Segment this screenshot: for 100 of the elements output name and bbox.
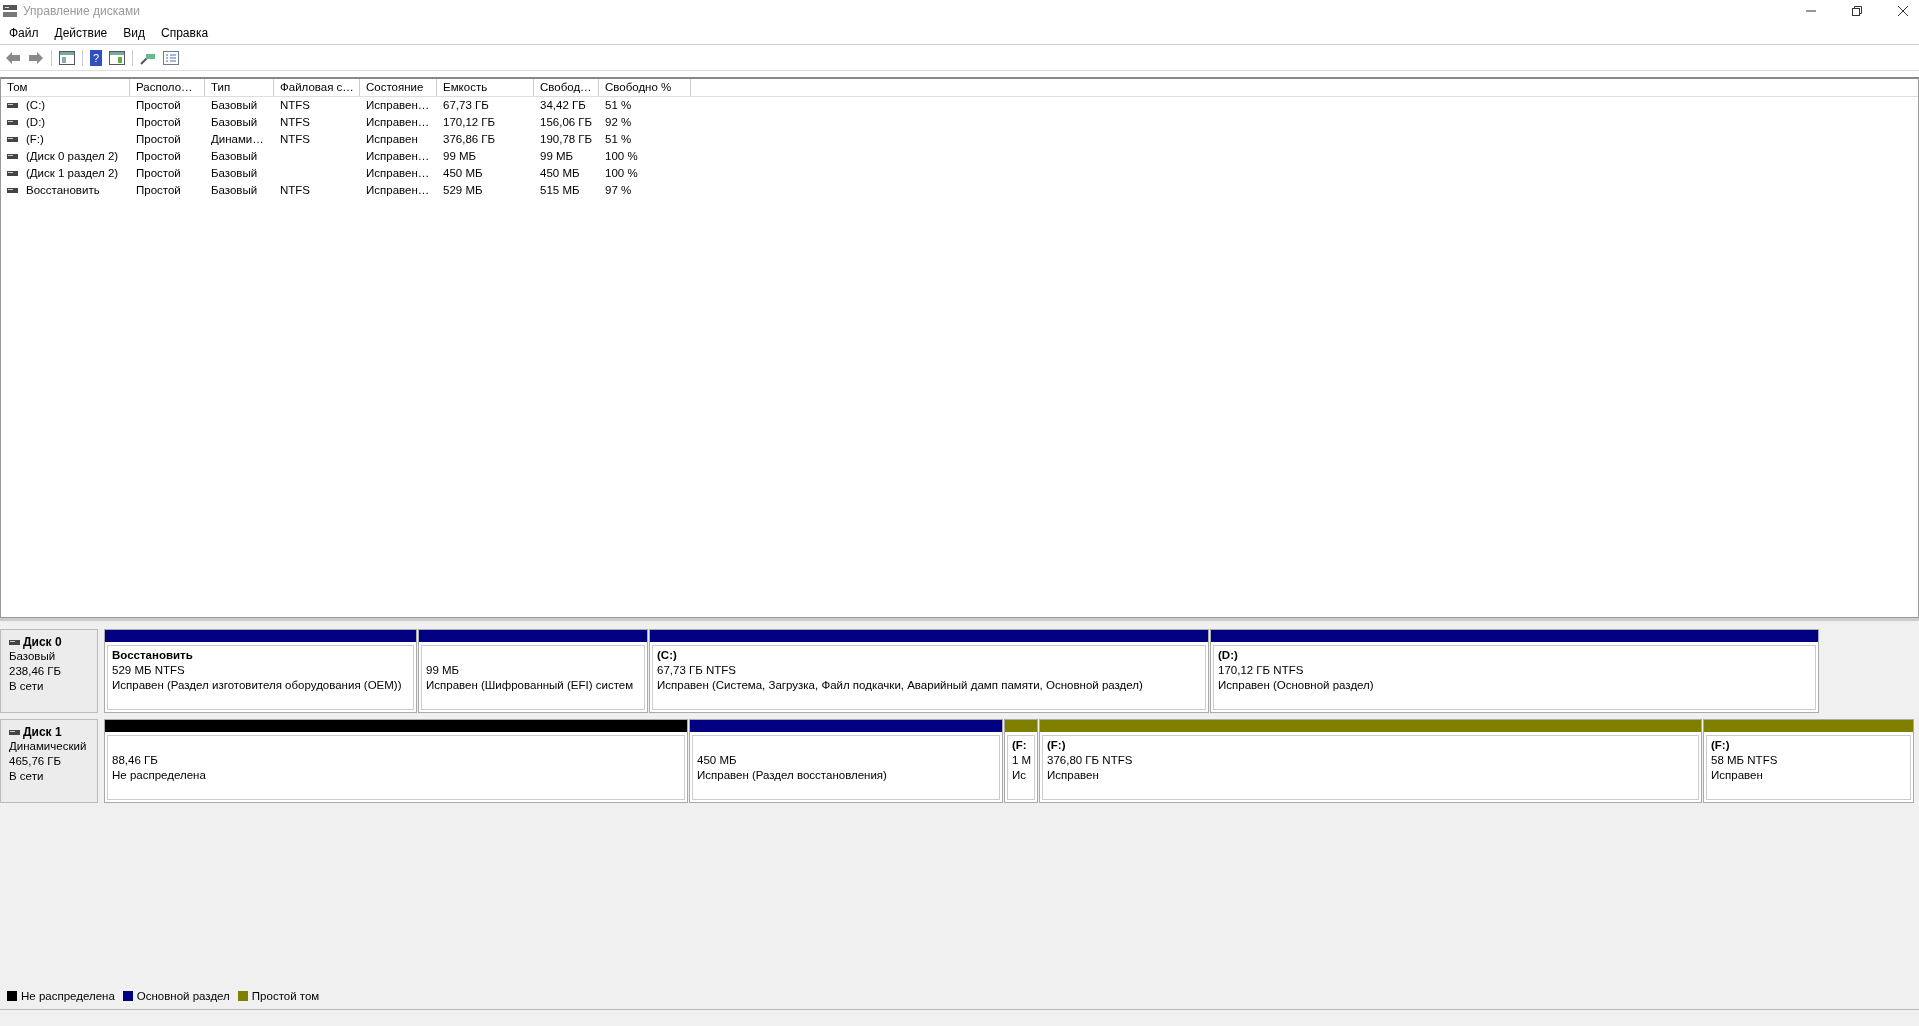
table-cell: Исправен [366, 132, 418, 147]
partition-status: Исправен (Шифрованный (EFI) систем [426, 678, 635, 693]
table-cell: Простой [136, 183, 181, 198]
table-cell: NTFS [280, 132, 311, 147]
table-cell: (F:) [26, 132, 44, 147]
table-cell: Исправен… [366, 98, 430, 113]
disk-type: Динамический [9, 739, 88, 754]
table-cell: 51 % [605, 98, 632, 113]
table-cell: Базовый [211, 183, 258, 198]
menu-item[interactable]: Справка [161, 26, 209, 40]
partition-block[interactable]: 99 МБ Исправен (Шифрованный (EFI) систем [418, 629, 648, 713]
drive-icon [7, 137, 18, 142]
column-header[interactable]: Емкость [437, 79, 534, 96]
partition-label: Восстановить [112, 648, 194, 663]
partition-block[interactable]: Восстановить 529 МБ NTFS Исправен (Раздел изготовителя оборудования (OEM)) [104, 629, 417, 713]
table-cell: 67,73 ГБ [443, 98, 489, 113]
partition-block[interactable]: 450 МБ Исправен (Раздел восстановления) [689, 719, 1003, 803]
panel-icon[interactable] [109, 50, 125, 65]
table-cell: Исправен… [366, 115, 430, 130]
checklist-icon[interactable] [163, 50, 179, 65]
help-icon[interactable]: ? [90, 49, 102, 66]
column-header[interactable]: Тип [205, 79, 274, 96]
partition-block[interactable]: (F: 1 М Ис [1004, 719, 1038, 803]
table-cell: Простой [136, 115, 181, 130]
column-header[interactable]: Состояние [360, 79, 437, 96]
partition-size: 450 МБ [697, 753, 738, 768]
column-header[interactable]: Свободно % [599, 79, 691, 96]
app-icon [3, 5, 17, 17]
table-cell: 92 % [605, 115, 632, 130]
column-header[interactable]: Располо… [130, 79, 205, 96]
table-cell: Базовый [211, 115, 258, 130]
table-cell: 515 МБ [540, 183, 580, 198]
disk-size: 238,46 ГБ [9, 664, 63, 679]
partition-status: Исправен (Раздел изготовителя оборудования (OEM)) [112, 678, 403, 693]
table-cell: 450 МБ [540, 166, 580, 181]
partition-block[interactable]: (D:) 170,12 ГБ NTFS Исправен (Основной раздел) [1210, 629, 1819, 713]
legend-label: Основной раздел [136, 990, 230, 1002]
forward-arrow-icon[interactable] [28, 50, 44, 65]
partition-size: 88,46 ГБ [112, 753, 159, 768]
table-cell: NTFS [280, 98, 311, 113]
column-header[interactable]: Том [1, 79, 130, 96]
partition-size: 1 М [1012, 753, 1030, 768]
legend-label: Не распределена [21, 990, 115, 1002]
table-cell: Исправен… [366, 183, 430, 198]
partition-status: Исправен (Основной раздел) [1218, 678, 1375, 693]
partition-block[interactable]: (F:) 58 МБ NTFS Исправен [1703, 719, 1914, 803]
legend-label: Простой том [251, 990, 320, 1002]
table-cell: 51 % [605, 132, 632, 147]
disk-size: 465,76 ГБ [9, 754, 63, 769]
partition-status: Исправен (Система, Загрузка, Файл подкачки, Аварийный дамп памяти, Основной раздел) [657, 678, 1144, 693]
table-cell: 450 МБ [443, 166, 483, 181]
partition-size: 99 МБ [426, 663, 461, 678]
partition-block[interactable]: 88,46 ГБ Не распределена [104, 719, 688, 803]
menu-item[interactable]: Файл [9, 26, 39, 40]
table-cell: 100 % [605, 149, 638, 164]
table-cell: Динами… [211, 132, 264, 147]
partition-label: (D:) [1218, 648, 1239, 663]
close-icon[interactable] [1897, 5, 1909, 17]
partition-label: (C:) [657, 648, 678, 663]
partition-size: 67,73 ГБ NTFS [657, 663, 737, 678]
partition-block[interactable]: (F:) 376,80 ГБ NTFS Исправен [1039, 719, 1702, 803]
restore-icon[interactable] [1851, 5, 1863, 17]
table-cell: 529 МБ [443, 183, 483, 198]
panel-icon[interactable] [59, 50, 75, 65]
table-cell: 34,42 ГБ [540, 98, 586, 113]
menu-item[interactable]: Действие [54, 26, 108, 40]
disk-type: Базовый [9, 649, 57, 664]
partition-size: 58 МБ NTFS [1711, 753, 1779, 768]
table-cell: Базовый [211, 149, 258, 164]
column-header[interactable]: Файловая с… [274, 79, 360, 96]
table-cell: Простой [136, 166, 181, 181]
partition-size: 529 МБ NTFS [112, 663, 186, 678]
table-cell: Простой [136, 98, 181, 113]
menu-item[interactable]: Вид [123, 26, 145, 40]
table-cell: NTFS [280, 115, 311, 130]
table-cell: 99 МБ [443, 149, 477, 164]
partition-status: Ис [1012, 768, 1027, 783]
table-cell: 99 МБ [540, 149, 574, 164]
back-arrow-icon[interactable] [5, 50, 21, 65]
partition-status: Исправен (Раздел восстановления) [697, 768, 888, 783]
table-cell: Исправен… [366, 166, 430, 181]
disk-status: В сети [9, 679, 45, 694]
drive-icon [7, 154, 18, 159]
table-cell: (C:) [26, 98, 46, 113]
drive-icon [7, 103, 18, 108]
table-cell: (Диск 0 раздел 2) [26, 149, 119, 164]
disk-name: Диск 0 [23, 635, 62, 649]
table-cell: 190,78 ГБ [540, 132, 593, 147]
partition-size: 376,80 ГБ NTFS [1047, 753, 1134, 768]
table-cell: 156,06 ГБ [540, 115, 593, 130]
table-cell: Исправен… [366, 149, 430, 164]
drive-icon [7, 188, 18, 193]
table-cell: 170,12 ГБ [443, 115, 496, 130]
window-title: Управление дисками [23, 4, 140, 18]
partition-size: 170,12 ГБ NTFS [1218, 663, 1305, 678]
column-header[interactable]: Свобод… [534, 79, 599, 96]
table-cell: Базовый [211, 166, 258, 181]
partition-status: Исправен [1047, 768, 1100, 783]
partition-block[interactable]: (C:) 67,73 ГБ NTFS Исправен (Система, Загрузка, Файл подкачки, Аварийный дамп памяти, Основной раздел) [649, 629, 1209, 713]
partition-status: Не распределена [112, 768, 207, 783]
